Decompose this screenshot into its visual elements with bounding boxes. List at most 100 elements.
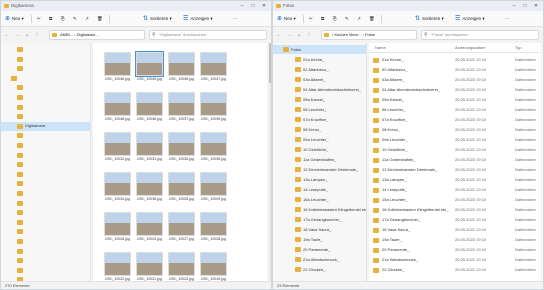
tree-item[interactable]: [1, 93, 90, 102]
tree-item[interactable]: 14 Lesepulte_: [273, 185, 366, 194]
list-item[interactable]: 06 Leuchter_ 20.05.2022 19:10 Dateiordner: [369, 105, 541, 115]
copy-icon[interactable]: ⧉: [49, 14, 52, 24]
photo-thumbnail[interactable]: DSC_10049.jpg: [135, 51, 164, 84]
list-item[interactable]: 21a Wandschmuck_ 20.05.2022 19:10 Dateiord…: [369, 255, 541, 265]
column-type[interactable]: Typ: [515, 45, 521, 50]
up-icon[interactable]: ↑: [305, 30, 313, 40]
list-item[interactable]: 03a Altaere_ 20.05.2022 19:10 Dateiordner: [369, 75, 541, 85]
tree-item[interactable]: 20 Paramente_: [273, 245, 366, 254]
maximize-icon[interactable]: □: [520, 2, 530, 10]
list-item[interactable]: 22 Glocken_ 20.05.2022 19:10 Dateiordner: [369, 265, 541, 275]
photo-thumbnail[interactable]: DSC_10023.jpg: [167, 251, 196, 281]
tree-item[interactable]: 07a Kruzifixe_: [273, 115, 366, 124]
list-item[interactable]: 08 Kreuz_ 20.05.2022 19:10 Dateiordner: [369, 125, 541, 135]
photo-thumbnail[interactable]: DSC_10046.jpg: [135, 91, 164, 124]
forward-icon[interactable]: →: [13, 30, 21, 40]
share-icon[interactable]: ↗: [85, 14, 89, 24]
chevron-down-icon[interactable]: ⌄: [295, 30, 303, 40]
up-icon[interactable]: ↑: [33, 30, 41, 40]
photo-thumbnail[interactable]: DSC_10027.jpg: [167, 211, 196, 244]
tree-item[interactable]: [1, 112, 90, 121]
photo-thumbnail[interactable]: DSC_10028.jpg: [199, 211, 228, 244]
list-item[interactable]: 18 Vasa Sacra_ 20.05.2022 19:10 Dateiordne…: [369, 225, 541, 235]
photo-thumbnail[interactable]: DSC_10036.jpg: [135, 171, 164, 204]
back-icon[interactable]: ←: [275, 30, 283, 40]
list-item[interactable]: 19a Taufe_ 20.05.2022 19:10 Dateiordner: [369, 235, 541, 245]
tree-item[interactable]: 11a Gedenktafeln_: [273, 155, 366, 164]
column-name[interactable]: Name: [375, 45, 386, 50]
photo-thumbnail[interactable]: DSC_10045.jpg: [167, 51, 196, 84]
list-item[interactable]: 02 Altarkreuz_ 20.05.2022 19:10 Dateiordne…: [369, 65, 541, 75]
photo-thumbnail[interactable]: DSC_10024.jpg: [135, 211, 164, 244]
new-button[interactable]: ⊕ Neu ▾: [277, 14, 296, 24]
tree-item[interactable]: [1, 151, 90, 160]
photo-thumbnail[interactable]: DSC_10019.jpg: [199, 251, 228, 281]
tree-item[interactable]: [1, 103, 90, 112]
tree-item[interactable]: 17a Gesangbuecher_: [273, 215, 366, 224]
photo-thumbnail[interactable]: DSC_10037.jpg: [167, 91, 196, 124]
tree-item[interactable]: [1, 141, 90, 150]
tree-item[interactable]: 05a Kanzel_: [273, 95, 366, 104]
list-item[interactable]: 04 Altar Abendmahlsschnitzerei_ 20.05.202…: [369, 85, 541, 95]
delete-icon[interactable]: 🗑: [369, 14, 375, 24]
tree-item[interactable]: 08 Kreuz_: [273, 125, 366, 134]
list-item[interactable]: 13a Lampen_ 20.05.2022 19:10 Dateiordner: [369, 175, 541, 185]
more-options-icon[interactable]: ···: [505, 14, 510, 24]
photo-thumbnail[interactable]: DSC_10021.jpg: [135, 251, 164, 281]
photo-thumbnail[interactable]: DSC_10046.jpg: [103, 51, 132, 84]
tree-item[interactable]: 15a Leuchter_: [273, 195, 366, 204]
search-input[interactable]: ⚲ "Digikamera" durchsuchen: [149, 30, 267, 40]
photo-thumbnail[interactable]: DSC_10047.jpg: [199, 51, 228, 84]
photo-thumbnail[interactable]: DSC_10026.jpg: [103, 211, 132, 244]
tree-item[interactable]: [1, 189, 90, 198]
view-button[interactable]: ☰ Anzeigen ▾: [183, 14, 213, 24]
photo-thumbnail[interactable]: DSC_10022.jpg: [103, 251, 132, 281]
tree-item[interactable]: 12 Kirchenbaender Denkmale_: [273, 165, 366, 174]
list-item[interactable]: 01a Kirche_ 20.05.2022 19:10 Dateiordner: [369, 55, 541, 65]
tree-item[interactable]: [1, 74, 90, 83]
tree-item[interactable]: 06 Leuchter_: [273, 105, 366, 114]
tree-item[interactable]: 16 Kollektenkasten Klingelbeutel etc_: [273, 205, 366, 214]
list-item[interactable]: 05a Kanzel_ 20.05.2022 19:10 Dateiordner: [369, 95, 541, 105]
tree-item[interactable]: [1, 266, 90, 275]
photo-thumbnail[interactable]: DSC_10033.jpg: [167, 131, 196, 164]
tree-item[interactable]: 22 Glocken_: [273, 265, 366, 274]
tree-item-root[interactable]: Fotos: [273, 45, 366, 54]
view-button[interactable]: ☰ Anzeigen ▾: [455, 14, 485, 24]
photo-thumbnail[interactable]: DSC_10048.jpg: [103, 91, 132, 124]
chevron-down-icon[interactable]: ⌄: [23, 30, 31, 40]
tree-item[interactable]: 01a Kirche_: [273, 55, 366, 64]
new-button[interactable]: ⊕ Neu ▾: [5, 14, 24, 24]
maximize-icon[interactable]: □: [248, 2, 258, 10]
list-item[interactable]: 14 Lesepulte_ 20.05.2022 19:10 Dateiordner: [369, 185, 541, 195]
list-item[interactable]: 11a Gedenktafeln_ 20.05.2022 19:10 Dateior…: [369, 155, 541, 165]
minimize-icon[interactable]: –: [509, 2, 519, 10]
tree-item[interactable]: 03a Altaere_: [273, 75, 366, 84]
tree-item[interactable]: 02 Altarkreuz_: [273, 65, 366, 74]
cut-icon[interactable]: ✂: [37, 14, 41, 24]
photo-thumbnail[interactable]: DSC_10035.jpg: [199, 131, 228, 164]
tree-item[interactable]: [1, 237, 90, 246]
tree-item[interactable]: [1, 247, 90, 256]
close-icon[interactable]: ✕: [531, 2, 541, 10]
copy-icon[interactable]: ⧉: [321, 14, 324, 24]
photo-thumbnail[interactable]: DSC_10025.jpg: [167, 171, 196, 204]
tree-item[interactable]: 04 Altar Abendmahlsschnitzerei_: [273, 85, 366, 94]
list-item[interactable]: 15a Leuchter_ 20.05.2022 19:10 Dateiordner: [369, 195, 541, 205]
close-icon[interactable]: ✕: [259, 2, 269, 10]
paste-icon[interactable]: ⎘: [333, 14, 337, 24]
list-item[interactable]: 12 Kirchenbaender Denkmale_ 20.05.2022 19…: [369, 165, 541, 175]
tree-item[interactable]: [1, 64, 90, 73]
photo-thumbnail[interactable]: DSC_10034.jpg: [103, 171, 132, 204]
tree-item[interactable]: [1, 208, 90, 217]
tree-item[interactable]: [1, 179, 90, 188]
list-item[interactable]: 20 Paramente_ 20.05.2022 19:10 Dateiordner: [369, 245, 541, 255]
list-item[interactable]: 16 Kollektenkasten Klingelbeutel etc_ 20.…: [369, 205, 541, 215]
address-bar[interactable]: › Kirchen Mem... › Fotos: [321, 30, 417, 40]
tree-item[interactable]: [1, 199, 90, 208]
tree-item[interactable]: 19a Taufe_: [273, 235, 366, 244]
list-item[interactable]: 17a Gesangbuecher_ 20.05.2022 19:10 Dateio…: [369, 215, 541, 225]
tree-item[interactable]: [1, 218, 90, 227]
tree-item[interactable]: 21a Wandschmuck_: [273, 255, 366, 264]
forward-icon[interactable]: →: [285, 30, 293, 40]
